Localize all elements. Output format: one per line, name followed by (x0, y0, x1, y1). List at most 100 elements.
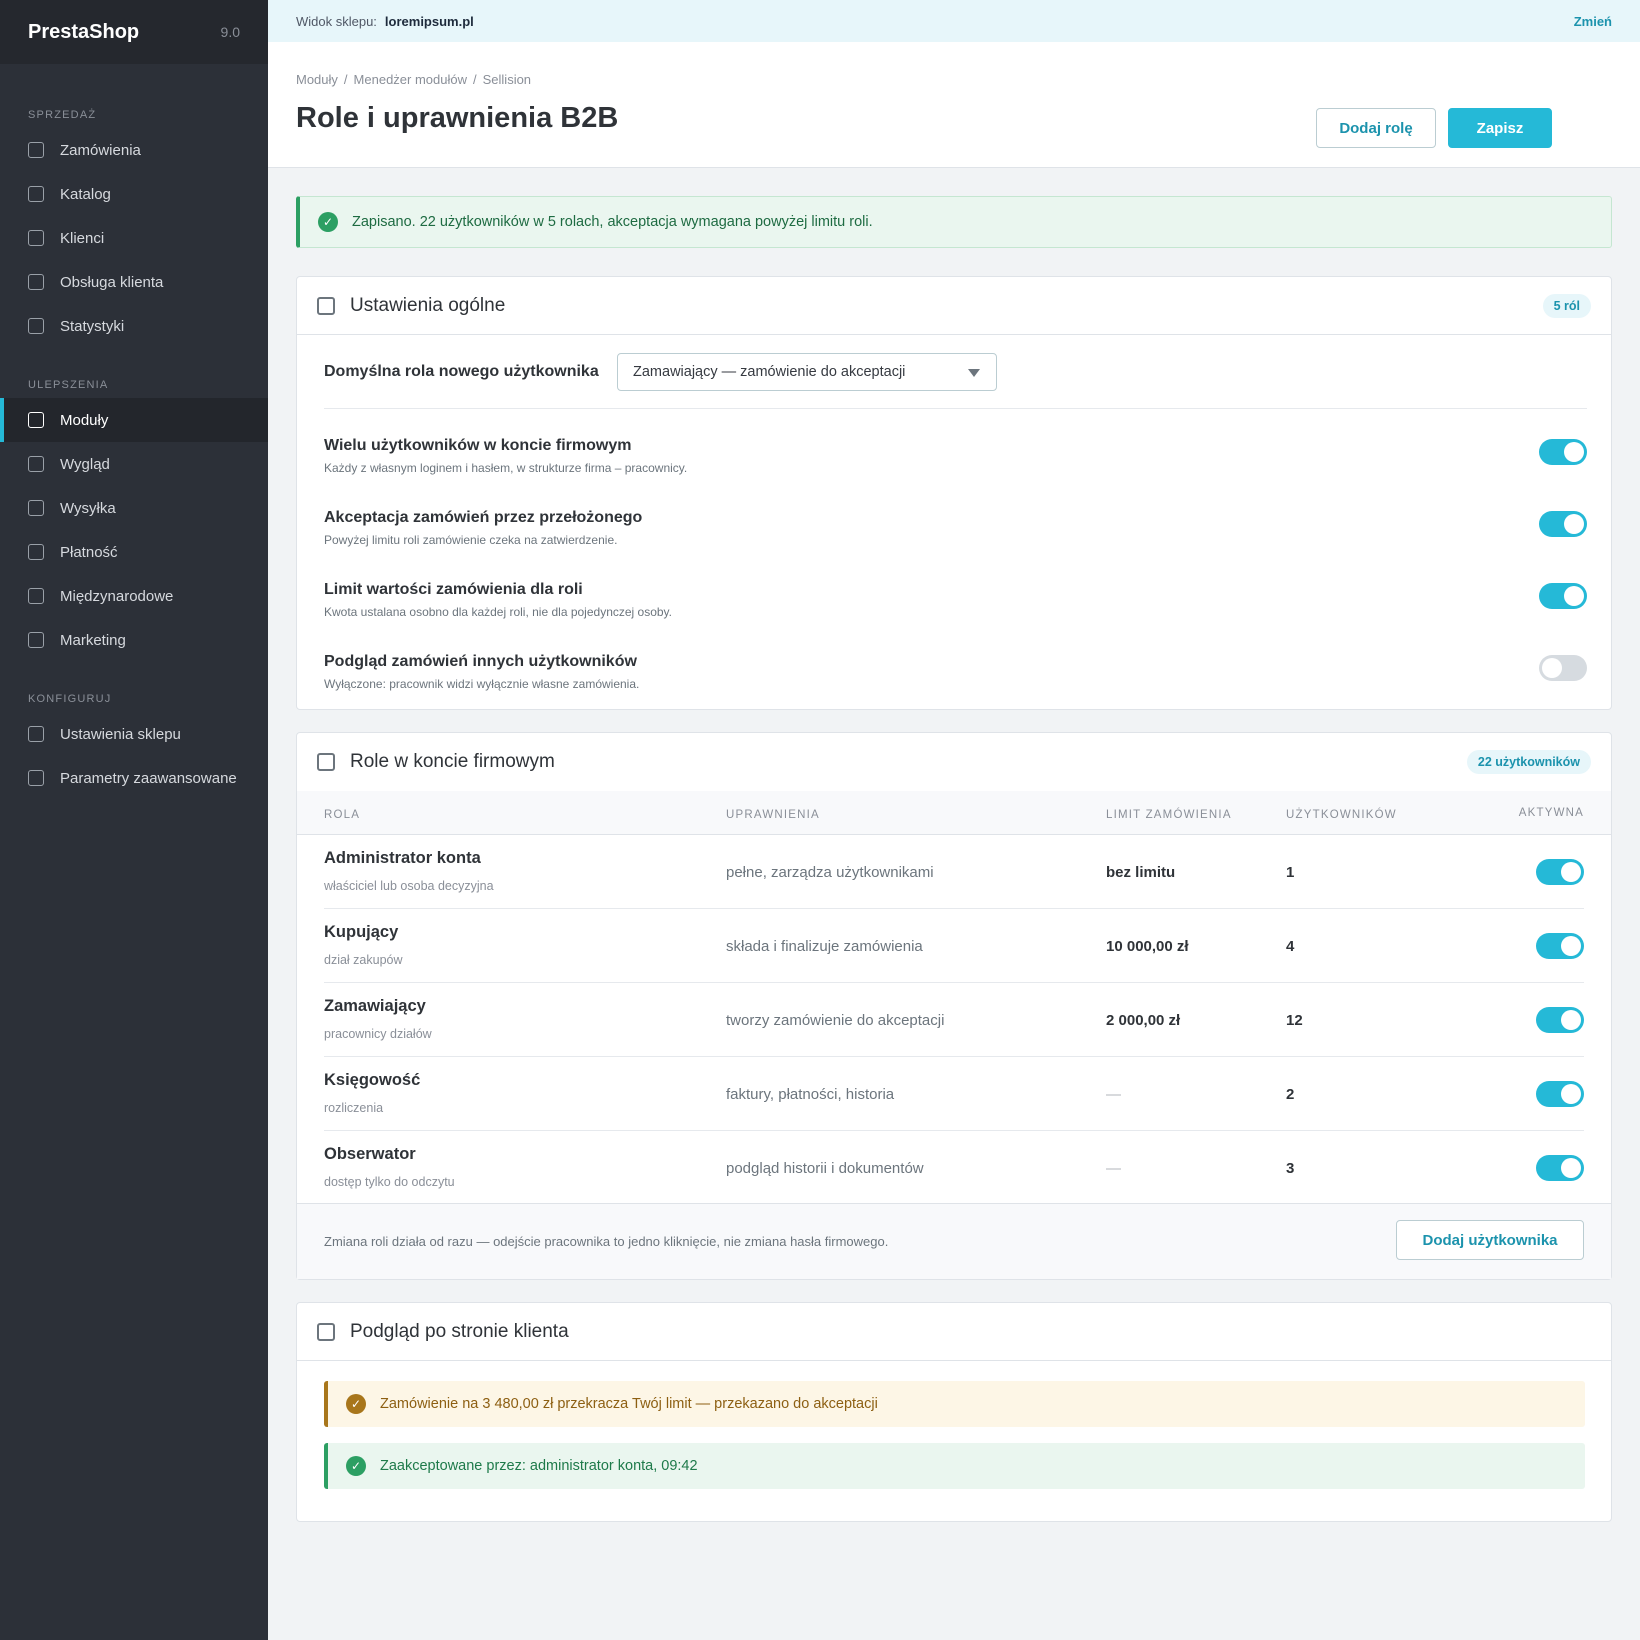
setting-multi-user: Wielu użytkowników w koncie firmowym Każ… (324, 437, 1587, 489)
role-limit: — (1106, 1160, 1121, 1177)
table-row: Obserwator dostęp tylko do odczytu podgl… (324, 1131, 1584, 1205)
sidebar-item-label: Międzynarodowe (60, 587, 174, 605)
table-header: ROLA UPRAWNIENIA LIMIT ZAMÓWIENIA UŻYTKO… (297, 791, 1611, 835)
setting-desc: Wyłączone: pracownik widzi wyłącznie wła… (324, 677, 640, 691)
check-circle-icon: ✓ (346, 1456, 366, 1476)
role-perms: faktury, płatności, historia (726, 1086, 895, 1103)
checkbox-icon (28, 274, 44, 290)
shop-view-label: Widok sklepu: (296, 13, 377, 29)
sidebar-item-customer-service[interactable]: Obsługa klienta (0, 260, 268, 304)
toggle-switch[interactable] (1539, 583, 1587, 609)
setting-desc: Każdy z własnym loginem i hasłem, w stru… (324, 461, 688, 475)
setting-role-limit: Limit wartości zamówienia dla roli Kwota… (324, 581, 1587, 633)
sidebar-item-label: Obsługa klienta (60, 273, 164, 291)
sidebar-item-label: Marketing (60, 631, 126, 649)
toggle-switch[interactable] (1539, 439, 1587, 465)
sidebar-item-design[interactable]: Wygląd (0, 442, 268, 486)
save-button[interactable]: Zapisz (1448, 108, 1552, 148)
breadcrumb-item[interactable]: Menedżer modułów (354, 72, 467, 87)
role-limit: 10 000,00 zł (1106, 938, 1189, 955)
role-active-toggle[interactable] (1536, 1081, 1584, 1107)
role-users: 1 (1286, 864, 1295, 881)
setting-title: Akceptacja zamówień przez przełożonego (324, 509, 643, 526)
column-header-users: UŻYTKOWNIKÓW (1286, 809, 1397, 821)
version-label: 9.0 (220, 24, 240, 40)
checkbox-icon (28, 230, 44, 246)
roles-count-badge: 5 ról (1542, 293, 1591, 318)
add-user-button[interactable]: Dodaj użytkownika (1396, 1220, 1584, 1260)
column-header-limit: LIMIT ZAMÓWIENIA (1106, 809, 1232, 821)
checkbox-icon (28, 412, 44, 428)
sidebar-item-label: Katalog (60, 185, 111, 203)
sidebar-item-label: Moduły (60, 411, 109, 429)
role-users: 3 (1286, 1160, 1295, 1177)
role-active-toggle[interactable] (1536, 1007, 1584, 1033)
breadcrumb-item[interactable]: Moduły (296, 72, 338, 87)
table-row: Kupujący dział zakupów składa i finalizu… (324, 909, 1584, 983)
column-header-perms: UPRAWNIENIA (726, 809, 820, 821)
nav-section-sales: SPRZEDAŻ (28, 109, 97, 121)
customer-preview-card: Podgląd po stronie klienta ✓ Zamówienie … (296, 1302, 1612, 1522)
role-active-toggle[interactable] (1536, 933, 1584, 959)
checkbox-icon (28, 142, 44, 158)
checkbox-icon (28, 770, 44, 786)
card-title: Ustawienia ogólne (350, 294, 506, 316)
setting-approval: Akceptacja zamówień przez przełożonego P… (324, 509, 1587, 561)
role-name: Obserwator (324, 1145, 416, 1163)
sidebar-item-customers[interactable]: Klienci (0, 216, 268, 260)
sidebar-item-label: Klienci (60, 229, 105, 247)
caret-down-icon (968, 369, 980, 377)
role-sub: dostęp tylko do odczytu (324, 1175, 455, 1189)
sidebar-item-international[interactable]: Międzynarodowe (0, 574, 268, 618)
sidebar-item-label: Statystyki (60, 317, 125, 335)
card-title: Podgląd po stronie klienta (350, 1320, 569, 1342)
setting-title: Limit wartości zamówienia dla roli (324, 581, 583, 598)
general-settings-card: Ustawienia ogólne 5 ról Domyślna rola no… (296, 276, 1612, 710)
role-sub: dział zakupów (324, 953, 403, 967)
sidebar-item-orders[interactable]: Zamówienia (0, 128, 268, 172)
page-header: Moduły / Menedżer modułów / Sellision Role i… (268, 42, 1640, 168)
shop-domain-link[interactable]: loremipsum.pl (385, 14, 474, 29)
page-title: Role i uprawnienia B2B (296, 102, 619, 134)
sidebar-item-catalog[interactable]: Katalog (0, 172, 268, 216)
default-role-select[interactable]: Zamawiający — zamówienie do akceptacji (617, 353, 997, 391)
toggle-switch[interactable] (1539, 655, 1587, 681)
role-name: Zamawiający (324, 997, 426, 1015)
change-shop-link[interactable]: Zmień (1574, 14, 1612, 29)
setting-title: Podgląd zamówień innych użytkowników (324, 653, 637, 670)
sidebar-item-advanced[interactable]: Parametry zaawansowane (0, 756, 268, 800)
sidebar-item-stats[interactable]: Statystyki (0, 304, 268, 348)
default-role-label: Domyślna rola nowego użytkownika (324, 363, 599, 380)
role-active-toggle[interactable] (1536, 1155, 1584, 1181)
default-role-row: Domyślna rola nowego użytkownika Zamawia… (324, 353, 1587, 409)
role-perms: pełne, zarządza użytkownikami (726, 864, 934, 881)
users-count-badge: 22 użytkowników (1466, 750, 1591, 774)
brand-logo[interactable]: PrestaShop (28, 21, 139, 44)
sidebar-item-label: Płatność (60, 543, 118, 561)
role-users: 2 (1286, 1086, 1295, 1103)
checkbox-icon (28, 500, 44, 516)
checkbox-icon (28, 544, 44, 560)
sidebar-item-payment[interactable]: Płatność (0, 530, 268, 574)
sidebar-item-shop-settings[interactable]: Ustawienia sklepu (0, 712, 268, 756)
role-name: Administrator konta (324, 849, 481, 867)
role-limit: 2 000,00 zł (1106, 1012, 1181, 1029)
role-active-toggle[interactable] (1536, 859, 1584, 885)
roles-card: Role w koncie firmowym 22 użytkowników R… (296, 732, 1612, 1280)
nav-section-configure: KONFIGURUJ (28, 693, 112, 705)
check-circle-icon: ✓ (346, 1394, 366, 1414)
nav-section-improve: ULEPSZENIA (28, 379, 109, 391)
checkbox-icon (28, 726, 44, 742)
shop-view-bar: Widok sklepu: loremipsum.pl Zmień (268, 0, 1640, 42)
sidebar-item-modules[interactable]: Moduły (0, 398, 268, 442)
add-role-button[interactable]: Dodaj rolę (1316, 108, 1436, 148)
sidebar-item-marketing[interactable]: Marketing (0, 618, 268, 662)
column-header-role: ROLA (324, 809, 361, 821)
breadcrumb-item[interactable]: Sellision (483, 72, 531, 87)
sidebar-item-label: Wygląd (60, 455, 110, 473)
toggle-switch[interactable] (1539, 511, 1587, 537)
card-header: Ustawienia ogólne 5 ról (297, 277, 1611, 335)
role-sub: pracownicy działów (324, 1027, 432, 1041)
sidebar-item-shipping[interactable]: Wysyłka (0, 486, 268, 530)
shop-view-info: Widok sklepu: loremipsum.pl (296, 14, 474, 29)
